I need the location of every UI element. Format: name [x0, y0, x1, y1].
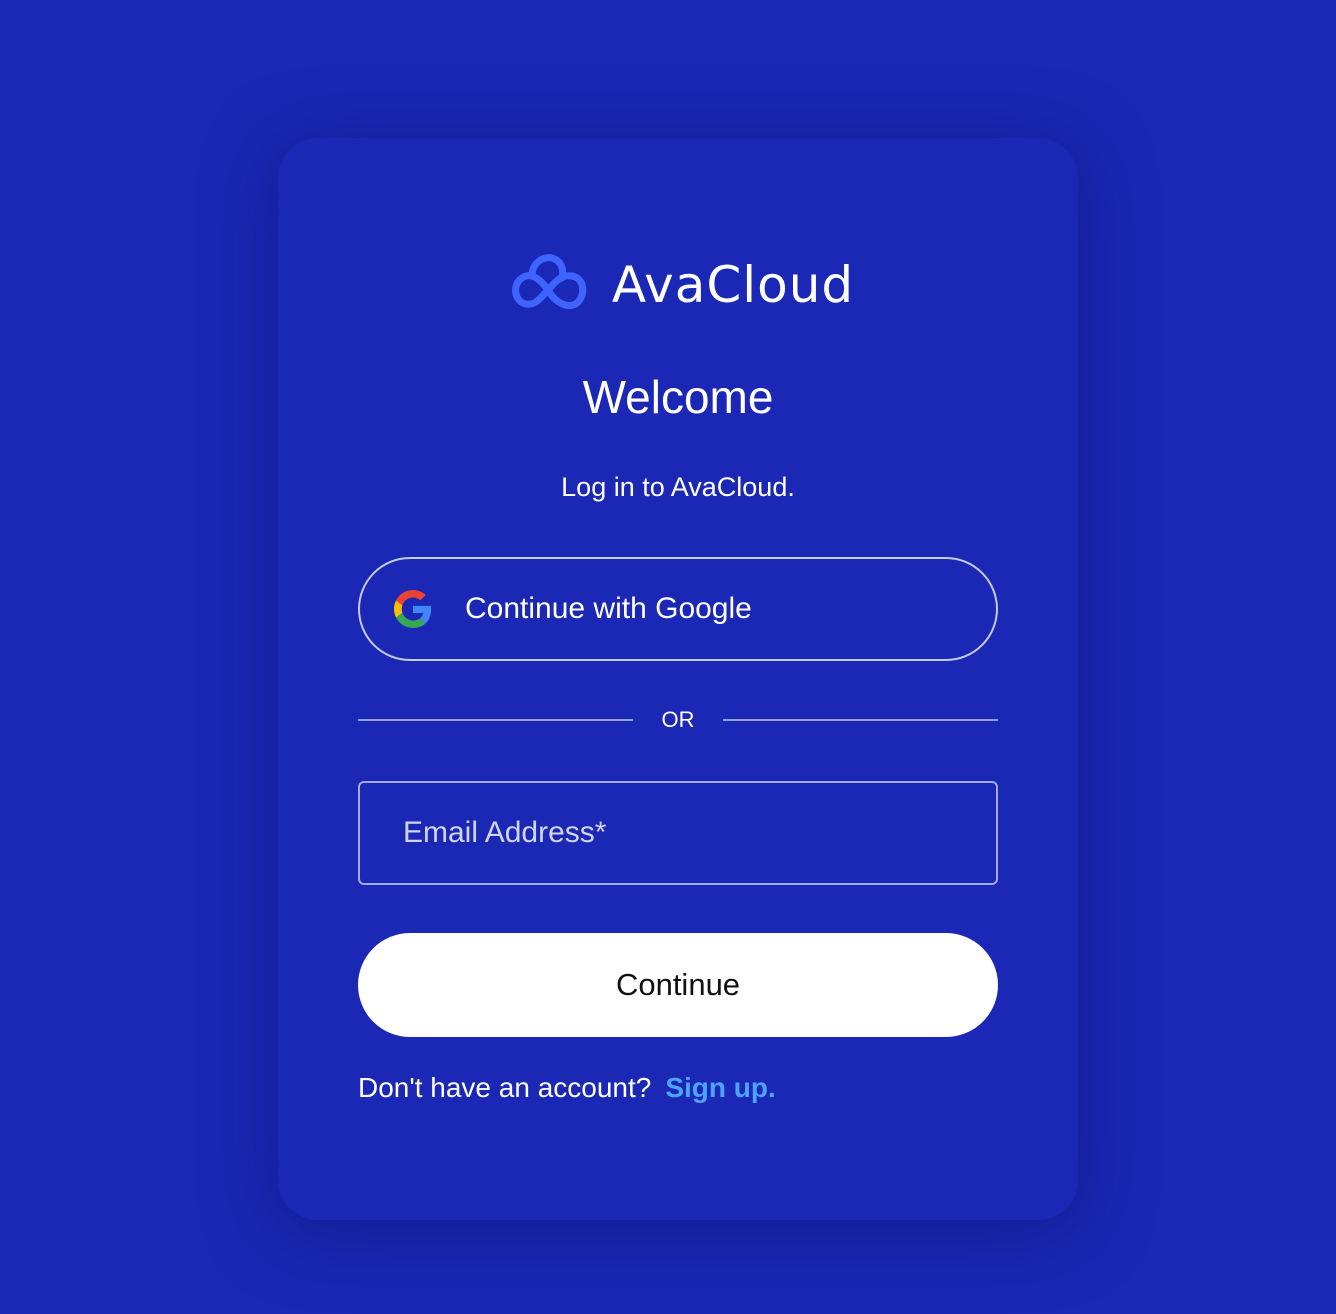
divider-line-left — [358, 719, 633, 721]
divider-line-right — [723, 719, 998, 721]
continue-button[interactable]: Continue — [358, 933, 998, 1037]
cloud-infinity-icon — [512, 254, 587, 309]
divider-text: OR — [661, 707, 695, 732]
brand-name: AvaCloud — [611, 256, 855, 314]
google-button-label: Continue with Google — [465, 592, 752, 625]
login-card: AvaCloud Welcome Log in to AvaCloud. Con… — [278, 138, 1078, 1220]
signup-prompt-row: Don't have an account? Sign up. — [358, 1072, 998, 1104]
page-title: Welcome — [582, 371, 774, 423]
email-field[interactable] — [358, 781, 998, 885]
brand-logo: AvaCloud — [278, 250, 1078, 320]
continue-with-google-button[interactable]: Continue with Google — [358, 557, 998, 661]
sign-up-link[interactable]: Sign up. — [665, 1072, 775, 1103]
page-subtitle: Log in to AvaCloud. — [561, 472, 795, 502]
or-divider: OR — [358, 702, 998, 738]
google-icon — [394, 590, 432, 628]
signup-prompt-text: Don't have an account? — [358, 1072, 652, 1103]
